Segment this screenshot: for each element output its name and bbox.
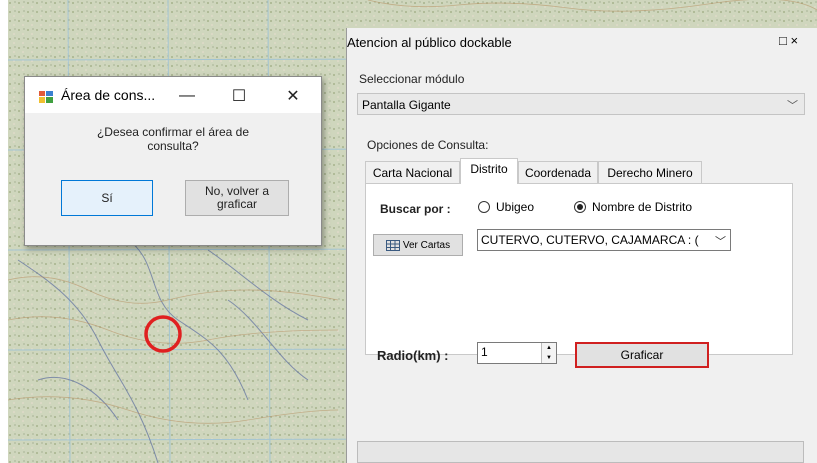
grid-icon: [385, 239, 400, 251]
panel-titlebar[interactable]: Atencion al público dockable □ ×: [347, 28, 817, 56]
panel-title: Atencion al público dockable: [347, 35, 512, 50]
atencion-panel: Atencion al público dockable □ × Selecci…: [346, 28, 817, 463]
tab-derecho-minero[interactable]: Derecho Minero: [598, 161, 702, 183]
tab-label: Coordenada: [524, 166, 592, 180]
distrito-tab-panel: Buscar por : Ubigeo Nombre de Distrito V…: [365, 183, 793, 355]
module-select-value: Pantalla Gigante: [362, 98, 451, 112]
ver-cartas-label: Ver Cartas: [402, 239, 451, 251]
ver-cartas-button[interactable]: Ver Cartas: [373, 234, 463, 256]
tab-label: Distrito: [470, 162, 508, 176]
dialog-titlebar[interactable]: Área de cons... — ☐ ✕: [25, 77, 321, 113]
district-select[interactable]: CUTERVO, CUTERVO, CAJAMARCA : ( ﹀: [477, 229, 731, 251]
down-arrow-icon[interactable]: ▼: [546, 355, 552, 361]
radio-circle: [478, 201, 490, 213]
dialog-message-line2: consulta?: [147, 139, 199, 153]
close-button[interactable]: ✕: [271, 83, 315, 109]
tab-label: Derecho Minero: [607, 166, 693, 180]
radio-circle-selected: [574, 201, 586, 213]
radio-km-stepper[interactable]: ▲ ▼: [541, 343, 556, 363]
status-bar: [357, 441, 804, 463]
graficar-button[interactable]: Graficar: [575, 342, 709, 368]
panel-window-controls[interactable]: □ ×: [779, 33, 798, 48]
radio-ubigeo[interactable]: Ubigeo: [478, 200, 534, 214]
dialog-title: Área de cons...: [61, 87, 156, 103]
radio-km-label: Radio(km) :: [377, 348, 449, 363]
chevron-down-icon: ﹀: [787, 100, 798, 112]
app-icon: [39, 91, 53, 103]
tab-carta-nacional[interactable]: Carta Nacional: [365, 161, 460, 183]
district-select-value: CUTERVO, CUTERVO, CAJAMARCA : (: [481, 233, 699, 247]
no-button-label-line2: graficar: [216, 197, 257, 211]
yes-button-label: Sí: [101, 190, 113, 205]
dialog-message-line1: ¿Desea confirmar el área de: [96, 125, 250, 139]
no-redraw-button[interactable]: No, volver a graficar: [185, 180, 289, 216]
tab-label: Carta Nacional: [372, 166, 453, 180]
up-arrow-icon[interactable]: ▲: [546, 345, 552, 351]
radio-nombre-label: Nombre de Distrito: [592, 200, 693, 214]
minimize-button[interactable]: —: [165, 83, 209, 109]
radio-km-input[interactable]: 1 ▲ ▼: [477, 342, 557, 364]
maximize-button[interactable]: ☐: [217, 83, 261, 109]
chevron-down-icon: ﹀: [715, 236, 726, 248]
dialog-message: ¿Desea confirmar el área de consulta?: [25, 125, 321, 153]
radio-km-value: 1: [481, 345, 488, 359]
buscar-por-label: Buscar por :: [380, 202, 451, 216]
radio-ubigeo-label: Ubigeo: [496, 200, 535, 214]
tab-coordenada[interactable]: Coordenada: [518, 161, 598, 183]
radio-nombre-distrito[interactable]: Nombre de Distrito: [574, 200, 692, 214]
graficar-label: Graficar: [620, 348, 664, 362]
tab-distrito[interactable]: Distrito: [460, 158, 518, 184]
yes-button[interactable]: Sí: [61, 180, 153, 216]
confirm-dialog: Área de cons... — ☐ ✕ ¿Desea confirmar e…: [24, 76, 322, 246]
module-label: Seleccionar módulo: [359, 72, 465, 86]
module-select[interactable]: Pantalla Gigante ﹀: [357, 93, 805, 115]
options-label: Opciones de Consulta:: [367, 138, 489, 152]
